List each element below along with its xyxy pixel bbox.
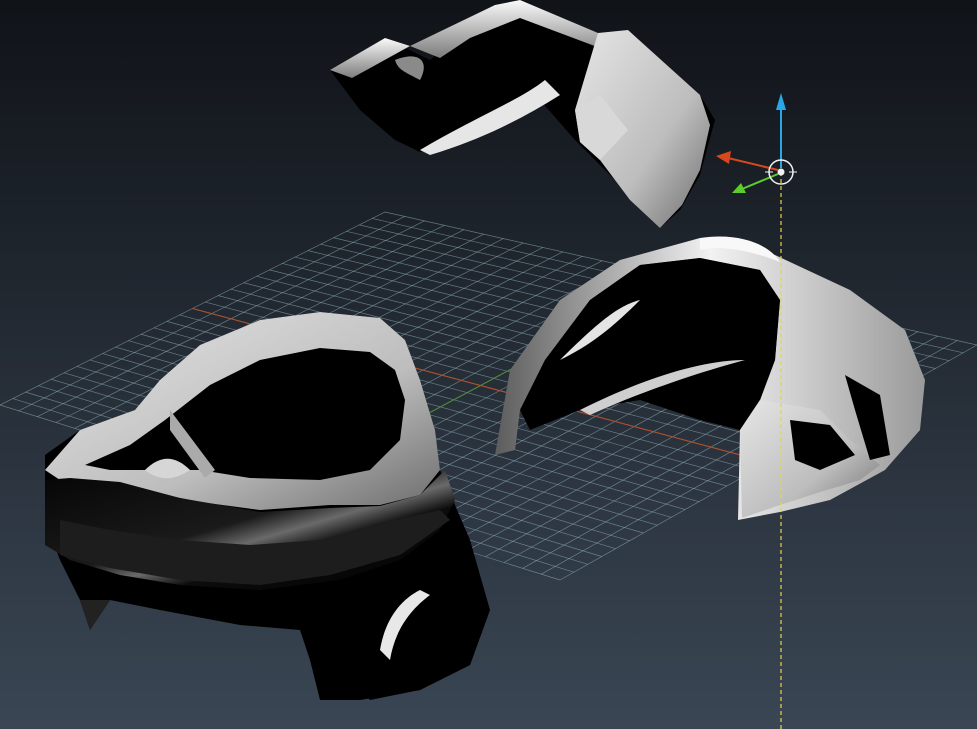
3d-viewport[interactable] — [0, 0, 977, 729]
viewport-canvas[interactable] — [0, 0, 977, 729]
pivot-center-icon — [777, 168, 785, 176]
